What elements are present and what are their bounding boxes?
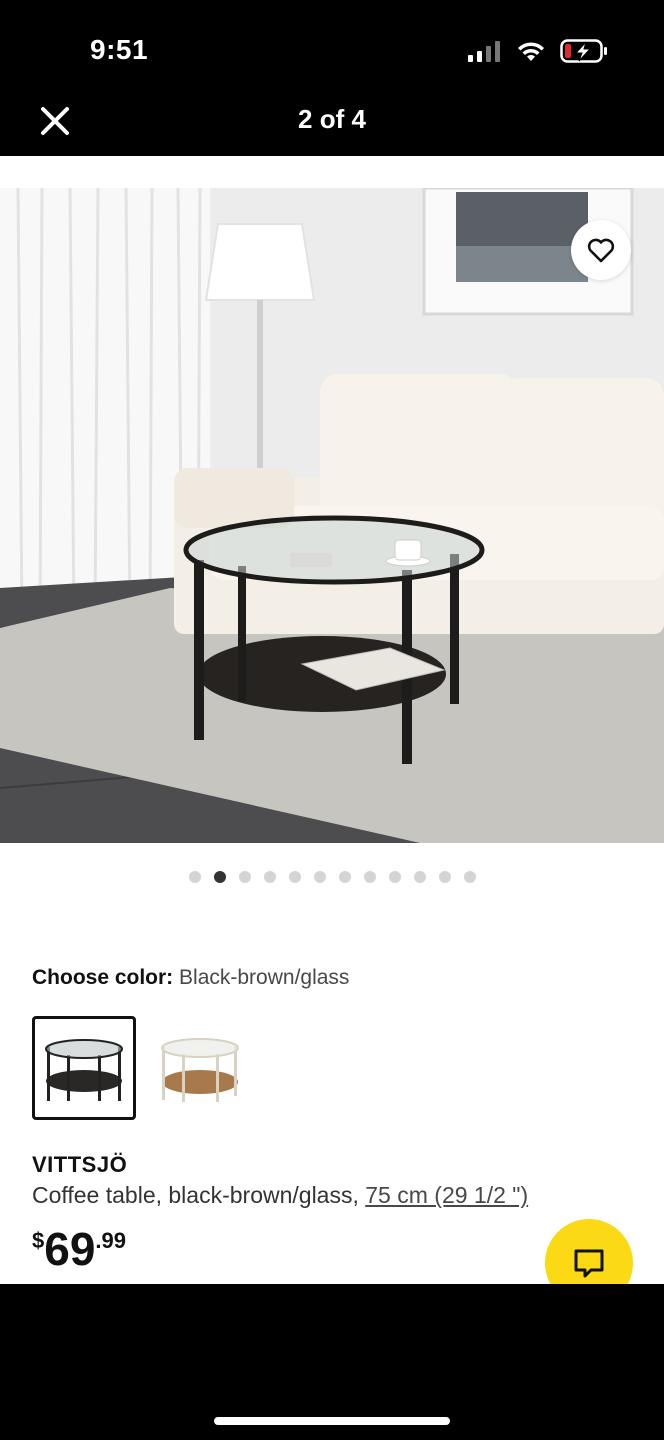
pagination-dot[interactable] [388, 871, 401, 883]
pagination-dot[interactable] [363, 871, 376, 883]
product-price: $69.99 [32, 1222, 126, 1276]
status-icons [468, 38, 608, 64]
table-walnut-thumbnail [161, 1038, 239, 1102]
home-indicator[interactable] [214, 1417, 450, 1425]
pagination-dot[interactable] [188, 871, 201, 883]
pagination-dot[interactable] [263, 871, 276, 883]
pagination-dot[interactable] [463, 871, 476, 883]
wifi-icon [518, 42, 544, 61]
status-bar: 9:51 [0, 0, 664, 96]
gallery-header: 2 of 4 [0, 96, 664, 156]
battery-charging-icon [560, 39, 607, 63]
image-counter: 2 of 4 [298, 104, 366, 134]
cellular-signal-icon [468, 41, 500, 62]
color-swatch-black-brown[interactable] [32, 1016, 136, 1120]
color-chooser: Choose color: Black-brown/glass [32, 966, 349, 990]
measurement-link[interactable]: 75 cm (29 1/2 ") [365, 1182, 528, 1208]
pagination-dot[interactable] [313, 871, 326, 883]
product-photo[interactable] [0, 188, 664, 843]
heart-icon [587, 238, 615, 263]
price-decimal: .99 [95, 1228, 127, 1253]
price-currency: $ [32, 1228, 45, 1253]
product-name: VITTSJÖ [32, 1152, 128, 1177]
color-value: Black-brown/glass [179, 966, 350, 989]
product-description-text: Coffee table, black-brown/glass, [32, 1182, 366, 1208]
table-black-thumbnail [45, 1039, 123, 1101]
pagination-dot[interactable] [438, 871, 451, 883]
color-label: Choose color: [32, 966, 174, 989]
price-integer: 69 [44, 1223, 96, 1275]
color-swatch-white-walnut[interactable] [138, 1016, 242, 1120]
pagination-dot-active[interactable] [213, 871, 226, 883]
favorite-button[interactable] [571, 220, 631, 280]
pagination-dot[interactable] [338, 871, 351, 883]
pagination-dot[interactable] [413, 871, 426, 883]
product-content: Choose color: Black-brown/glass VITTSJÖ … [0, 156, 664, 1284]
status-time: 9:51 [90, 34, 149, 65]
chat-icon [574, 1249, 604, 1278]
pagination-dot[interactable] [288, 871, 301, 883]
chat-button[interactable] [545, 1219, 633, 1284]
pagination-dot[interactable] [238, 871, 251, 883]
product-description: Coffee table, black-brown/glass, 75 cm (… [32, 1182, 528, 1209]
gallery-pagination [0, 871, 664, 883]
